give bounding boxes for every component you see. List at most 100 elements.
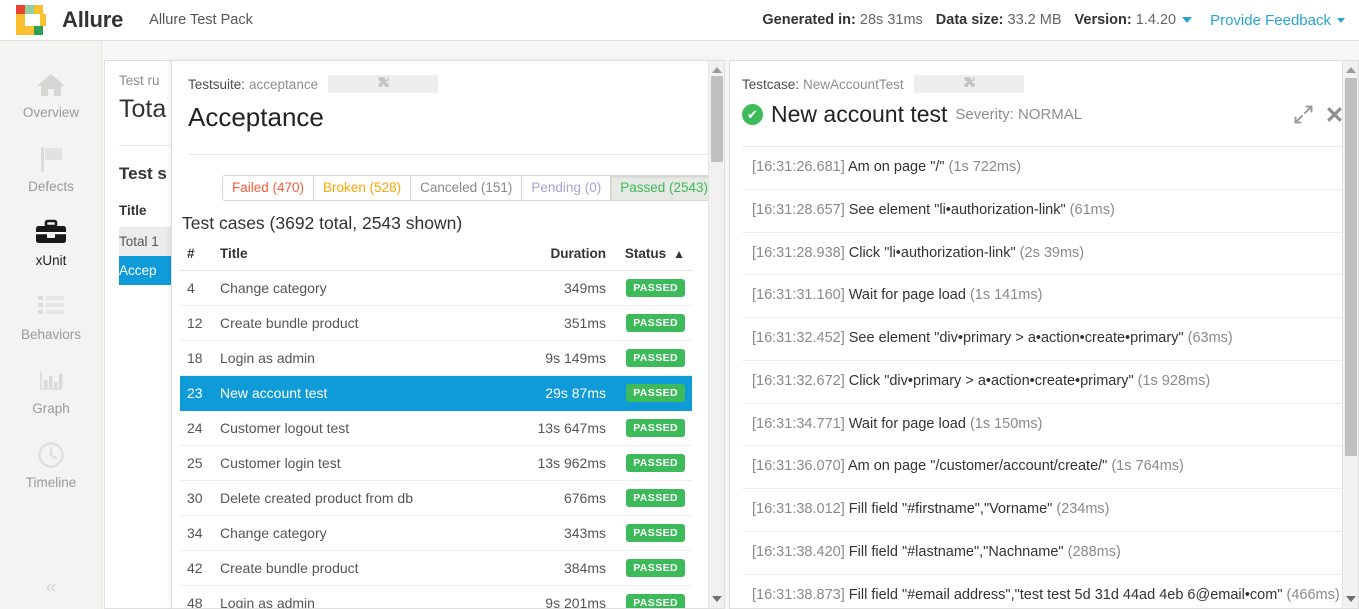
sidebar-item-overview[interactable]: Overview (0, 57, 102, 131)
testcase-breadcrumb: Testcase: NewAccountTest (730, 61, 1358, 93)
testsuite-breadcrumb-value[interactable]: acceptance (249, 77, 318, 92)
cell-title: Create bundle product (220, 550, 496, 586)
testsuite-breadcrumb-key: Testsuite: (188, 76, 246, 92)
step-item[interactable]: [16:31:34.771] Wait for page load (1s 15… (742, 404, 1344, 447)
puzzle-icon (962, 76, 976, 92)
status-badge: PASSED (626, 419, 685, 437)
step-timestamp: [16:31:26.681] (752, 159, 845, 175)
step-item[interactable]: [16:31:38.012] Fill field "#firstname","… (742, 489, 1344, 532)
sidebar-collapse-button[interactable]: « (0, 567, 102, 609)
status-badge: PASSED (626, 524, 685, 542)
step-text: Fill field "#lastname","Nachname" (848, 543, 1064, 560)
cell-number: 24 (180, 410, 220, 446)
provide-feedback-label: Provide Feedback (1210, 11, 1331, 29)
step-timestamp: [16:31:34.771] (752, 415, 845, 432)
cell-number: 4 (180, 270, 220, 306)
generated-in-value: 28s 31ms (859, 12, 923, 28)
column-header-title[interactable]: Title (220, 246, 496, 271)
step-item[interactable]: [16:31:38.420] Fill field "#lastname","N… (742, 532, 1344, 575)
divider (188, 154, 708, 155)
cell-duration: 343ms (496, 515, 606, 551)
column-header-number[interactable]: # (180, 246, 220, 271)
testsuite-tag-placeholder (328, 75, 439, 93)
cell-duration: 29s 87ms (496, 375, 606, 411)
table-row[interactable]: 18 Login as admin 9s 149ms PASSED (180, 340, 692, 376)
step-item[interactable]: [16:31:32.672] Click "div•primary > a•ac… (742, 361, 1344, 404)
sidebar-item-behaviors[interactable]: Behaviors (0, 279, 102, 353)
cell-status: PASSED (606, 305, 692, 341)
filter-pending[interactable]: Pending (0) (521, 175, 611, 201)
check-circle-icon: ✔ (742, 104, 763, 125)
step-duration: (2s 39ms) (1019, 244, 1085, 261)
column-header-duration[interactable]: Duration (496, 246, 606, 271)
testcase-breadcrumb-value[interactable]: NewAccountTest (803, 77, 904, 92)
step-duration: (466ms) (1286, 586, 1340, 603)
expand-icon[interactable] (1294, 105, 1313, 124)
cell-duration: 9s 201ms (496, 585, 606, 608)
cell-duration: 351ms (496, 305, 606, 341)
scroll-up-arrow-icon[interactable] (1346, 67, 1356, 73)
status-badge: PASSED (626, 314, 685, 332)
chevron-down-icon[interactable] (1182, 17, 1193, 23)
chevron-double-left-icon: « (45, 577, 57, 598)
testcases-count-title: Test cases (3692 total, 2543 shown) (182, 213, 463, 233)
step-item[interactable]: [16:31:31.160] Wait for page load (1s 14… (742, 275, 1344, 318)
scroll-up-arrow-icon[interactable] (712, 67, 722, 73)
sidebar-item-label: Overview (22, 105, 80, 120)
cell-title: New account test (220, 375, 496, 411)
status-badge: PASSED (626, 559, 685, 577)
testcase-scrollbar[interactable] (1342, 61, 1358, 608)
cell-status: PASSED (606, 480, 692, 516)
filter-broken[interactable]: Broken (528) (313, 175, 411, 201)
table-row[interactable]: 23 New account test 29s 87ms PASSED (180, 375, 692, 411)
table-row[interactable]: 24 Customer logout test 13s 647ms PASSED (180, 410, 692, 446)
allure-logo-mark (16, 5, 46, 35)
scroll-down-arrow-icon[interactable] (1346, 596, 1356, 602)
table-row[interactable]: 34 Change category 343ms PASSED (180, 515, 692, 551)
table-row[interactable]: 30 Delete created product from db 676ms PAS… (180, 480, 692, 516)
step-item[interactable]: [16:31:38.873] Fill field "#email addres… (742, 575, 1344, 609)
scrollbar-thumb[interactable] (711, 76, 723, 162)
scroll-down-arrow-icon[interactable] (712, 596, 722, 602)
allure-logo[interactable] (8, 0, 54, 41)
testsuite-scrollbar[interactable] (708, 61, 724, 608)
sidebar-item-xunit[interactable]: xUnit (0, 205, 102, 279)
step-duration: (234ms) (1056, 501, 1110, 517)
filter-canceled[interactable]: Canceled (151) (410, 175, 522, 201)
step-item[interactable]: [16:31:28.938] Click "li•authorization-l… (742, 233, 1344, 276)
column-header-status[interactable]: Status ▲ (606, 246, 692, 271)
step-item[interactable]: [16:31:36.070] Am on page "/customer/acc… (742, 446, 1344, 489)
flag-icon (36, 142, 66, 176)
cell-duration: 349ms (496, 270, 606, 306)
step-duration: (61ms) (1069, 201, 1115, 218)
filter-label: Pending (0) (531, 180, 602, 195)
step-item[interactable]: [16:31:32.452] See element "div•primary … (742, 318, 1344, 361)
table-header-row: # Title Duration Status ▲ (180, 246, 692, 271)
scrollbar-thumb[interactable] (1345, 78, 1357, 456)
step-text: See element "li•authorization-link" (848, 201, 1066, 218)
status-badge: PASSED (626, 279, 685, 297)
sidebar-item-timeline[interactable]: Timeline (0, 427, 102, 501)
step-timestamp: [16:31:36.070] (752, 458, 845, 475)
table-row[interactable]: 25 Customer login test 13s 962ms PASSED (180, 445, 692, 481)
table-row[interactable]: 48 Login as admin 9s 201ms PASSED (180, 585, 692, 608)
brand-name: Allure (62, 7, 124, 32)
top-header: Allure Allure Test Pack Generated in: 28… (0, 0, 1359, 41)
provide-feedback-link[interactable]: Provide Feedback (1210, 12, 1345, 29)
step-item[interactable]: [16:31:26.681] Am on page "/" (1s 722ms) (742, 147, 1344, 190)
cell-status: PASSED (606, 270, 692, 306)
testcase-actions (1294, 105, 1344, 124)
testcase-title: New account test (771, 101, 948, 127)
sidebar-item-defects[interactable]: Defects (0, 131, 102, 205)
cell-title: Login as admin (220, 340, 496, 376)
table-row[interactable]: 4 Change category 349ms PASSED (180, 270, 692, 306)
step-timestamp: [16:31:28.938] (752, 244, 845, 261)
testcase-breadcrumb-key: Testcase: (742, 76, 800, 92)
sidebar-item-graph[interactable]: Graph (0, 353, 102, 427)
table-row[interactable]: 12 Create bundle product 351ms PASSED (180, 305, 692, 341)
filter-passed[interactable]: Passed (2543) (610, 175, 719, 201)
filter-failed[interactable]: Failed (470) (222, 175, 314, 201)
table-row[interactable]: 42 Create bundle product 384ms PASSED (180, 550, 692, 586)
cell-title: Change category (220, 515, 496, 551)
step-item[interactable]: [16:31:28.657] See element "li•authoriza… (742, 190, 1344, 233)
